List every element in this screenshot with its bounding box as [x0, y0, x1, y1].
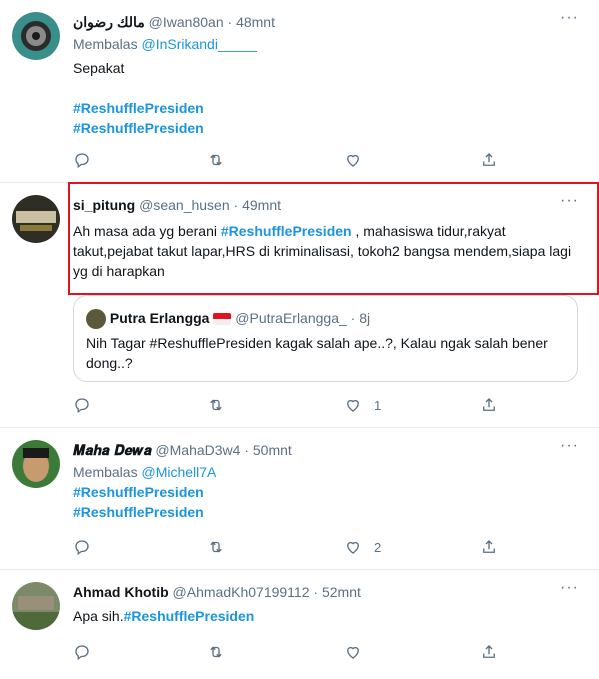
like-count: 1 — [374, 397, 382, 413]
tweet[interactable]: 𝑴𝒂𝒉𝒂 𝑫𝒆𝒘𝒂 @MahaD3w4 · 50mnt Membalas @Mi… — [0, 428, 599, 570]
reply-button[interactable] — [73, 396, 91, 414]
separator: · — [313, 584, 319, 600]
retweet-icon — [210, 399, 222, 411]
quote-user-handle[interactable]: @PutraErlangga_ — [235, 310, 347, 326]
like-button[interactable] — [344, 151, 374, 169]
tweet-header: Ahmad Khotib @AhmadKh07199112 · 52mnt — [73, 582, 587, 602]
mention-link[interactable]: @InSrikandi_____ — [141, 36, 256, 52]
like-button[interactable] — [344, 643, 362, 661]
share-icon — [483, 645, 495, 658]
display-name[interactable]: 𝑴𝒂𝒉𝒂 𝑫𝒆𝒘𝒂 — [73, 443, 152, 459]
tweet-text: Apa sih.#ReshufflePresiden — [73, 606, 587, 626]
tweet-header: مالك رضوان @Iwan80an · 48mnt — [73, 12, 587, 32]
reply-prefix: Membalas — [73, 464, 138, 480]
retweet-button[interactable] — [207, 643, 225, 661]
heart-icon — [347, 646, 359, 659]
reply-icon — [75, 398, 89, 414]
reply-button[interactable] — [73, 151, 91, 169]
share-button[interactable] — [480, 396, 498, 414]
hashtag-link[interactable]: #ReshufflePresiden — [73, 502, 587, 522]
avatar[interactable] — [12, 582, 60, 630]
share-icon — [483, 398, 495, 411]
hashtag-link[interactable]: #ReshufflePresiden — [73, 98, 587, 118]
tweet[interactable]: Ahmad Khotib @AhmadKh07199112 · 52mnt Ap… — [0, 570, 599, 679]
reply-icon — [75, 540, 89, 556]
quoted-tweet[interactable]: Putra Erlangga @PutraErlangga_ · 8j Nih … — [73, 295, 578, 382]
hashtag-link[interactable]: #ReshufflePresiden — [73, 482, 587, 502]
retweet-icon — [210, 646, 222, 658]
mention-link[interactable]: @Michell7A — [141, 464, 216, 480]
flag-icon — [213, 313, 232, 326]
user-handle[interactable]: @AhmadKh07199112 — [173, 584, 310, 600]
avatar[interactable] — [12, 440, 60, 488]
heart-icon — [347, 154, 359, 167]
more-options-icon[interactable]: ··· — [560, 10, 579, 26]
heart-icon — [347, 399, 359, 412]
reply-icon — [75, 645, 89, 661]
share-button[interactable] — [480, 151, 498, 169]
heart-icon — [347, 541, 359, 554]
tweet-body-start: Apa sih. — [73, 608, 124, 624]
hashtag-link[interactable]: #ReshufflePresiden — [73, 118, 587, 138]
retweet-icon — [210, 541, 222, 553]
timestamp[interactable]: 48mnt — [236, 14, 275, 30]
tweet-actions: 1 — [73, 396, 587, 416]
highlight-box — [68, 182, 599, 295]
tweet-actions — [73, 151, 587, 171]
like-button[interactable]: 2 — [344, 538, 381, 556]
tweet-text: #ReshufflePresiden #ReshufflePresiden — [73, 482, 587, 522]
like-count: 2 — [374, 539, 382, 555]
reply-icon — [75, 153, 89, 169]
quote-text: Nih Tagar #ReshufflePresiden kagak salah… — [86, 335, 548, 371]
more-options-icon[interactable]: ··· — [560, 438, 579, 454]
quote-timestamp: 8j — [359, 310, 371, 326]
separator: · — [350, 310, 356, 326]
like-button[interactable]: 1 — [344, 396, 381, 414]
reply-prefix: Membalas — [73, 36, 138, 52]
tweet-actions — [73, 643, 587, 663]
display-name[interactable]: مالك رضوان — [73, 14, 145, 30]
share-button[interactable] — [480, 538, 498, 556]
reply-button[interactable] — [73, 538, 91, 556]
reply-button[interactable] — [73, 643, 91, 661]
timestamp[interactable]: 52mnt — [322, 584, 361, 600]
more-options-icon[interactable]: ··· — [560, 580, 579, 596]
tweet[interactable]: مالك رضوان @Iwan80an · 48mnt Membalas @I… — [0, 0, 599, 183]
tweet-actions: 2 — [73, 538, 587, 558]
user-handle[interactable]: @Iwan80an — [149, 14, 224, 30]
retweet-icon — [210, 154, 222, 166]
reply-context: Membalas @Michell7A — [73, 462, 587, 482]
reply-context: Membalas @InSrikandi_____ — [73, 34, 587, 54]
share-button[interactable] — [480, 643, 498, 661]
share-icon — [483, 540, 495, 553]
display-name[interactable]: Ahmad Khotib — [73, 584, 169, 600]
avatar[interactable] — [12, 12, 60, 60]
avatar[interactable] — [12, 195, 60, 243]
tweet-text: Sepakat #ReshufflePresiden #ReshufflePre… — [73, 58, 587, 138]
quote-header: Putra Erlangga @PutraErlangga_ · 8j — [86, 308, 371, 330]
user-handle[interactable]: @MahaD3w4 — [155, 442, 240, 458]
hashtag-link[interactable]: #ReshufflePresiden — [124, 608, 255, 624]
separator: · — [244, 442, 249, 458]
separator: · — [227, 14, 233, 30]
retweet-button[interactable] — [207, 396, 225, 414]
retweet-button[interactable] — [207, 151, 225, 169]
tweet-body: Sepakat — [73, 60, 125, 76]
timestamp[interactable]: 50mnt — [253, 442, 292, 458]
tweet-header: 𝑴𝒂𝒉𝒂 𝑫𝒆𝒘𝒂 @MahaD3w4 · 50mnt — [73, 440, 587, 460]
retweet-button[interactable] — [207, 538, 225, 556]
quote-avatar[interactable] — [86, 309, 106, 330]
share-icon — [483, 153, 495, 166]
quote-display-name[interactable]: Putra Erlangga — [110, 310, 210, 326]
